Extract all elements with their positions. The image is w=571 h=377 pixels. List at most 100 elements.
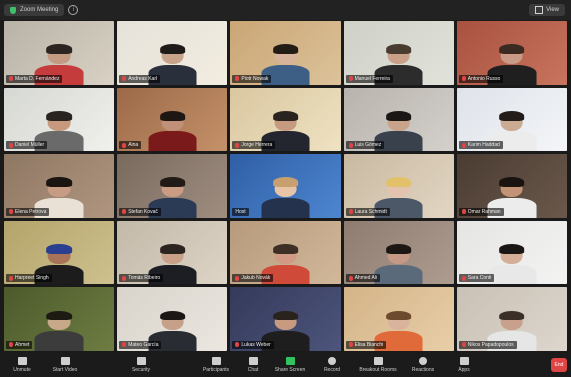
view-button[interactable]: View xyxy=(529,4,565,16)
meeting-title: Zoom Meeting xyxy=(20,7,59,13)
participant-name-tag: Piotr Nowak xyxy=(232,74,272,83)
toolbar-start-video-button[interactable]: Start Video xyxy=(44,353,86,377)
participant-tile[interactable]: Aina xyxy=(117,87,228,152)
record-icon xyxy=(328,357,336,365)
participant-name: Tomás Ribeiro xyxy=(128,275,161,282)
participant-name: Luis Gómez xyxy=(354,142,382,149)
participant-name-tag: Aina xyxy=(119,141,142,150)
end-meeting-button[interactable]: End xyxy=(551,358,567,372)
participant-video xyxy=(34,310,84,351)
participant-name: Laura Schmidt xyxy=(354,208,387,215)
toolbar-label: Security xyxy=(131,367,151,373)
participant-name-tag: Karim Haddad xyxy=(458,141,503,150)
participant-name: Jorge Herrera xyxy=(241,142,273,149)
microphone-muted-icon xyxy=(9,209,13,215)
microphone-muted-icon xyxy=(461,342,466,348)
people-icon xyxy=(211,357,221,365)
participant-name: Omar Rahman xyxy=(467,208,501,215)
participant-name-tag: Nikos Papadopoulos xyxy=(458,340,517,349)
participant-tile[interactable]: Sara Conti xyxy=(456,220,567,285)
toolbar-label: Unmute xyxy=(13,367,31,373)
participant-name: Daniel Müller xyxy=(15,142,45,149)
meeting-info-pill[interactable]: Zoom Meeting xyxy=(4,4,65,16)
toolbar-participants-button[interactable]: Participants xyxy=(196,353,236,377)
participant-tile[interactable]: Manuel Ferreira xyxy=(343,21,454,85)
participant-video xyxy=(261,177,310,218)
participant-name: Marta D. Fernández xyxy=(15,75,60,82)
toolbar-chat-button[interactable]: Chat xyxy=(236,353,270,377)
participant-tile[interactable]: Ahmed Ali xyxy=(343,220,454,285)
toolbar-label: Reactions xyxy=(411,367,435,373)
video-camera-icon xyxy=(60,357,70,365)
microphone-muted-icon xyxy=(9,76,13,82)
participant-tile[interactable]: Jorge Herrera xyxy=(230,87,341,152)
participant-name-tag: Laura Schmidt xyxy=(345,207,390,216)
participant-name-tag: Sara Conti xyxy=(458,274,495,283)
participant-name: Harpreet Singh xyxy=(15,275,49,282)
share-screen-icon xyxy=(285,357,295,365)
participant-tile[interactable]: Mateo García xyxy=(117,287,228,351)
toolbar-breakout-rooms-button[interactable]: Breakout Rooms xyxy=(354,353,402,377)
participant-name-tag: Tomás Ribeiro xyxy=(119,274,164,283)
participant-tile[interactable]: Daniel Müller xyxy=(4,87,115,152)
participant-video xyxy=(374,243,423,285)
toolbar-record-button[interactable]: Record xyxy=(310,353,354,377)
participant-name-tag: Lukas Weber xyxy=(232,340,274,349)
gallery-grid: Marta D. Fernández Andreas Karl Piotr Nowa… xyxy=(4,21,567,351)
participant-tile[interactable]: Luis Gómez xyxy=(343,87,454,152)
participant-name-tag: Mateo García xyxy=(119,340,162,349)
participant-tile[interactable]: Andreas Karl xyxy=(117,21,228,85)
meeting-toolbar: Unmute Start Video Security Participants Cha… xyxy=(0,353,571,377)
participant-tile[interactable]: Ahmet xyxy=(4,287,115,351)
participant-tile[interactable]: Lukas Weber xyxy=(230,287,341,351)
participant-name-tag: Andreas Karl xyxy=(119,74,161,83)
microphone-muted-icon xyxy=(122,342,127,348)
microphone-muted-icon xyxy=(122,142,127,148)
participant-tile[interactable]: Marta D. Fernández xyxy=(4,21,115,85)
participant-tile[interactable]: Jakub Novák xyxy=(230,220,341,285)
microphone-muted-icon xyxy=(9,342,13,348)
apps-icon xyxy=(459,357,469,365)
microphone-muted-icon xyxy=(461,142,466,148)
participant-name-tag: Daniel Müller xyxy=(6,141,48,150)
microphone-muted-icon xyxy=(348,275,353,281)
participant-tile[interactable]: Omar Rahman xyxy=(456,154,567,218)
participant-tile[interactable]: Elisa Bianchi xyxy=(343,287,454,351)
end-meeting-label: End xyxy=(554,362,564,368)
participant-name: Jakub Novák xyxy=(241,275,271,282)
participant-name: Host xyxy=(235,208,246,215)
toolbar-reactions-button[interactable]: Reactions xyxy=(402,353,444,377)
microphone-muted-icon xyxy=(461,209,466,215)
toolbar-unmute-button[interactable]: Unmute xyxy=(0,353,44,377)
title-bar: Zoom Meeting i View xyxy=(0,0,571,20)
toolbar-label: Apps xyxy=(458,367,470,373)
toolbar-security-button[interactable]: Security xyxy=(86,353,196,377)
microphone-muted-icon xyxy=(9,142,13,148)
participant-tile[interactable]: Piotr Nowak xyxy=(230,21,341,85)
participant-tile[interactable]: Stefan Kovač xyxy=(117,154,228,218)
reaction-icon xyxy=(419,357,427,365)
toolbar-apps-button[interactable]: Apps xyxy=(444,353,484,377)
microphone-muted-icon xyxy=(122,76,127,82)
participant-name-tag: Harpreet Singh xyxy=(6,274,52,283)
participant-tile[interactable]: Nikos Papadopoulos xyxy=(456,287,567,351)
info-icon[interactable]: i xyxy=(68,5,79,15)
participant-tile[interactable]: Karim Haddad xyxy=(456,87,567,152)
participant-name-tag: Antonio Russo xyxy=(458,74,504,83)
toolbar-share-screen-button[interactable]: Share Screen xyxy=(270,353,310,377)
participant-tile[interactable]: Harpreet Singh xyxy=(4,220,115,285)
participant-name: Antonio Russo xyxy=(467,75,501,82)
participant-video xyxy=(487,243,537,285)
microphone-muted-icon xyxy=(235,342,240,348)
microphone-icon xyxy=(17,357,27,365)
participant-tile[interactable]: Elena Petrova xyxy=(4,154,115,218)
participant-tile[interactable]: Antonio Russo xyxy=(456,21,567,85)
participant-tile[interactable]: Tomás Ribeiro xyxy=(117,220,228,285)
participant-tile[interactable]: Host xyxy=(230,154,341,218)
participant-name: Stefan Kovač xyxy=(128,208,158,215)
participant-name: Elisa Bianchi xyxy=(354,341,384,348)
toolbar-label: Share Screen xyxy=(274,367,306,373)
participant-name-tag: Omar Rahman xyxy=(458,207,504,216)
participant-name: Elena Petrova xyxy=(15,208,47,215)
participant-tile[interactable]: Laura Schmidt xyxy=(343,154,454,218)
